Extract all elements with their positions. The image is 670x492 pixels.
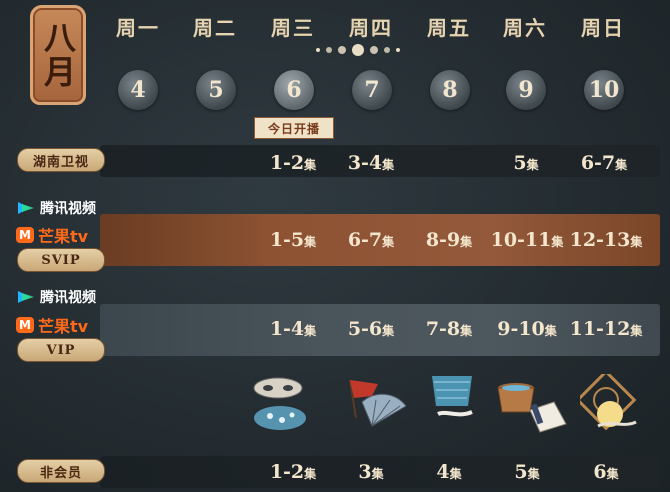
date-tue: 5: [196, 70, 236, 110]
moon-dot-icon: [316, 48, 320, 52]
date-sun: 10: [584, 70, 624, 110]
nonmember-episode-thu: 3集: [358, 461, 384, 483]
svip-episode-sat: 10-11集: [490, 229, 564, 251]
weekday-thu: 周四: [349, 16, 393, 40]
hunan-episode-sat: 5集: [513, 152, 539, 174]
svip-episode-wed: 1-5集: [269, 229, 317, 251]
vip-episode-sat: 9-10集: [497, 318, 557, 340]
tencent-video-icon: [18, 202, 34, 214]
today-premiere-tag: 今日开播: [254, 117, 334, 139]
mango-tv-brand: M 芒果tv: [16, 223, 88, 247]
tencent-video-icon: [18, 291, 34, 303]
weekday-fri: 周五: [427, 16, 471, 40]
weekday-tue: 周二: [193, 16, 237, 40]
vip-episode-thu: 5-6集: [347, 318, 395, 340]
mango-tv-brand: M 芒果tv: [16, 313, 88, 337]
date-thu: 7: [352, 70, 392, 110]
date-sat: 9: [506, 70, 546, 110]
svip-episode-sun: 12-13集: [569, 229, 643, 251]
mask-icon: [253, 377, 306, 430]
flag-fan-icon: [349, 379, 407, 427]
weekday-wed: 周三: [271, 16, 315, 40]
hanging-cloth-icon: [432, 376, 473, 417]
mango-tv-icon: M: [16, 317, 34, 333]
tencent-video-brand: 腾讯视频: [16, 287, 96, 307]
hunan-tv-label: 湖南卫视: [17, 148, 105, 172]
weekday-sun: 周日: [581, 16, 625, 40]
weekday-mon: 周一: [116, 16, 160, 40]
tencent-video-brand: 腾讯视频: [16, 198, 96, 218]
moon-dot-icon: [384, 47, 390, 53]
vip-episode-fri: 7-8集: [425, 318, 473, 340]
month-badge: 八月: [30, 5, 86, 105]
weekday-sat: 周六: [503, 16, 547, 40]
vip-episode-sun: 11-12集: [569, 318, 643, 340]
nonmember-episode-fri: 4集: [436, 461, 462, 483]
vip-label: VIP: [17, 338, 105, 362]
svip-label: SVIP: [17, 248, 105, 272]
mango-tv-icon: M: [16, 227, 34, 243]
svip-episode-thu: 6-7集: [347, 229, 395, 251]
moon-dot-icon: [396, 48, 400, 52]
moon-half-icon: [370, 46, 378, 54]
date-fri: 8: [430, 70, 470, 110]
full-moon-icon: [352, 44, 364, 56]
moon-phases-decoration: [316, 44, 400, 56]
date-wed-today: 6: [274, 70, 314, 110]
svip-episode-fri: 8-9集: [425, 229, 473, 251]
wooden-tub-icon: [497, 383, 567, 433]
hunan-episode-thu: 3-4集: [347, 152, 395, 174]
nonmember-episode-sat: 5集: [514, 461, 540, 483]
moon-dot-icon: [326, 47, 332, 53]
hunan-episode-sun: 6-7集: [580, 152, 628, 174]
moon-half-icon: [338, 46, 346, 54]
date-mon: 4: [118, 70, 158, 110]
moon-window-icon: [580, 374, 637, 431]
nonmember-episode-wed: 1-2集: [269, 461, 317, 483]
nonmember-episode-sun: 6集: [593, 461, 619, 483]
hunan-episode-wed: 1-2集: [269, 152, 317, 174]
vip-episode-wed: 1-4集: [269, 318, 317, 340]
nonmember-label: 非会员: [17, 459, 105, 483]
